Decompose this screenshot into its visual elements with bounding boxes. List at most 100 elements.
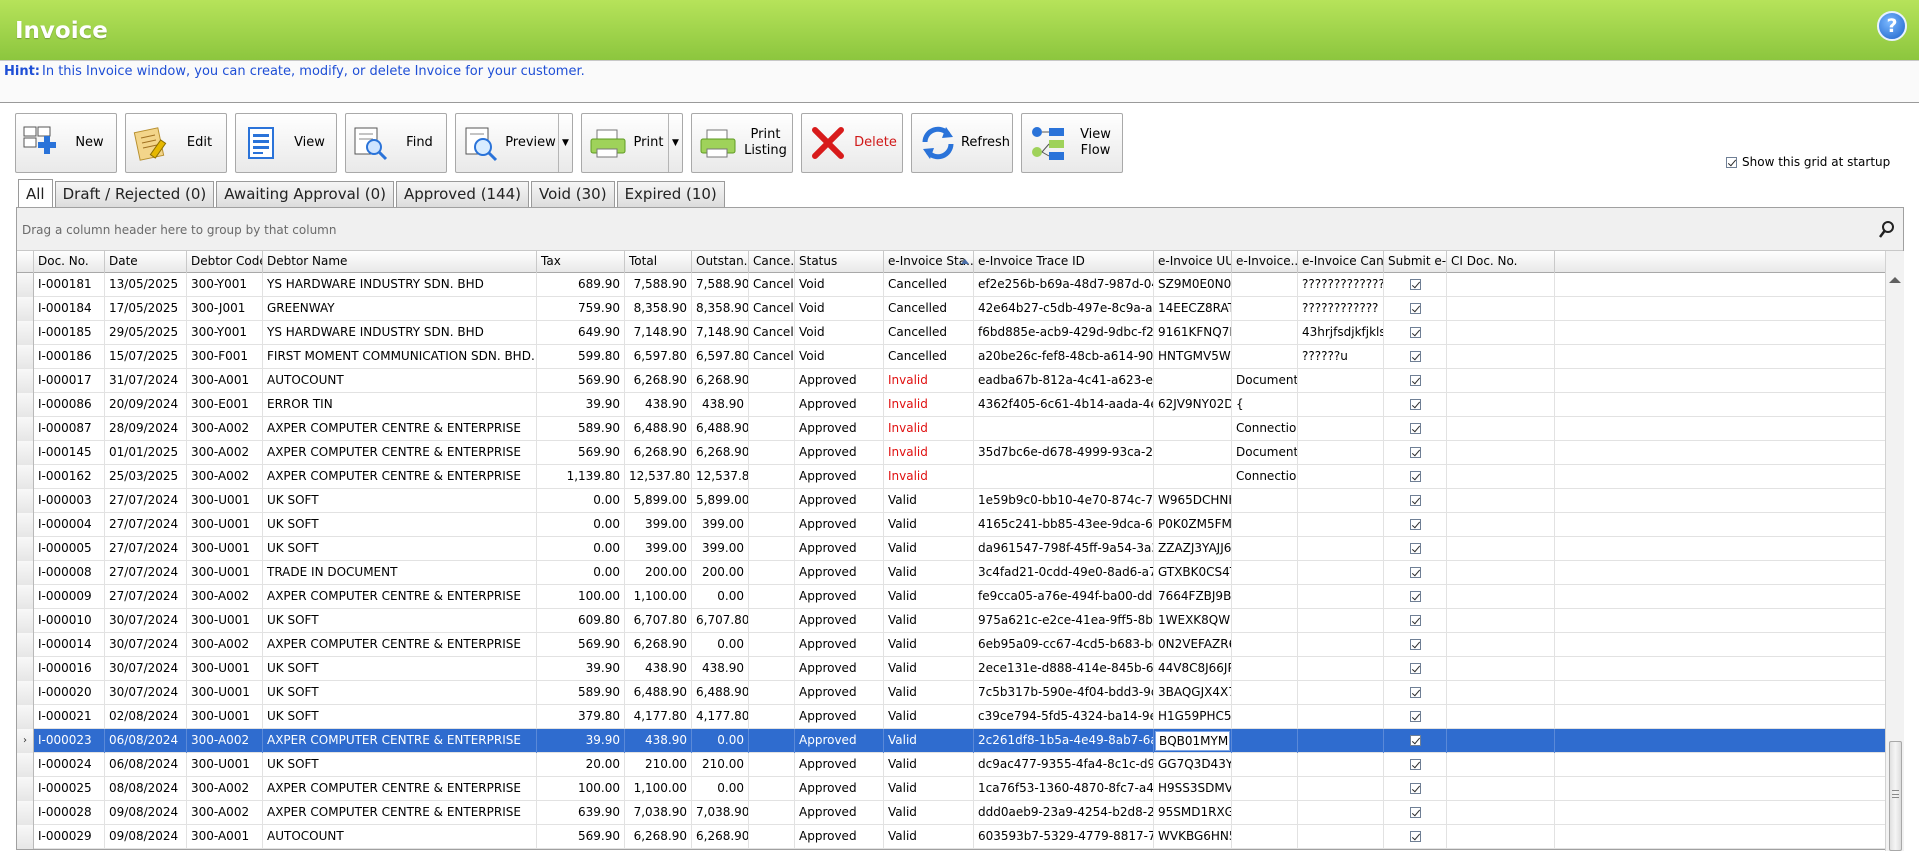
cell-tax[interactable]: 569.90: [537, 441, 625, 465]
cell-e-invoice-uuid[interactable]: HNTGMV5WB...: [1154, 345, 1232, 369]
cell-ci-doc-no[interactable]: [1447, 657, 1555, 681]
cell-outstan[interactable]: 6,597.80: [692, 345, 749, 369]
cell-e-invoice-uuid[interactable]: 44V8C8J66JP...: [1154, 657, 1232, 681]
cell-doc-no[interactable]: I-000009: [34, 585, 105, 609]
cell-submit-e[interactable]: [1384, 513, 1447, 537]
cell-e-invoice[interactable]: [1232, 513, 1298, 537]
cell-total[interactable]: 6,597.80: [625, 345, 692, 369]
cell-e-invoice-canc[interactable]: [1298, 801, 1384, 825]
cell-total[interactable]: 7,148.90: [625, 321, 692, 345]
cell-e-invoice-uuid[interactable]: 0N2VEFAZR6...: [1154, 633, 1232, 657]
cell-e-invoice[interactable]: [1232, 273, 1298, 297]
table-row[interactable]: I-000184 17/05/2025 300-J001 GREENWAY 759.90…: [17, 297, 1885, 321]
cell-e-invoice-sta[interactable]: Valid: [884, 753, 974, 777]
cell-outstan[interactable]: 0.00: [692, 585, 749, 609]
cell-debtor-code[interactable]: 300-A002: [187, 585, 263, 609]
cell-e-invoice-trace-id[interactable]: dc9ac477-9355-4fa4-8c1c-d9ae8dc...: [974, 753, 1154, 777]
column-header-doc-no[interactable]: Doc. No.: [34, 251, 105, 273]
cell-e-invoice-trace-id[interactable]: da961547-798f-45ff-9a54-3a3fd34...: [974, 537, 1154, 561]
search-icon[interactable]: [1879, 221, 1895, 239]
cell-ci-doc-no[interactable]: [1447, 513, 1555, 537]
submit-einvoice-checkbox[interactable]: [1409, 567, 1421, 578]
cell-ci-doc-no[interactable]: [1447, 417, 1555, 441]
print-listing-button[interactable]: Print Listing: [691, 113, 793, 173]
cell-status[interactable]: Approved: [795, 489, 884, 513]
cell-submit-e[interactable]: [1384, 753, 1447, 777]
cell-total[interactable]: 210.00: [625, 753, 692, 777]
cell-tax[interactable]: 589.90: [537, 681, 625, 705]
cell-total[interactable]: 438.90: [625, 729, 692, 753]
cell-ci-doc-no[interactable]: [1447, 825, 1555, 849]
cell-ci-doc-no[interactable]: [1447, 321, 1555, 345]
column-header-debtor-code[interactable]: Debtor Code: [187, 251, 263, 273]
cell-debtor-code[interactable]: 300-A002: [187, 777, 263, 801]
cell-debtor-code[interactable]: 300-A002: [187, 465, 263, 489]
table-row[interactable]: I-000003 27/07/2024 300-U001 UK SOFT 0.00 5,8…: [17, 489, 1885, 513]
cell-e-invoice-uuid[interactable]: [1154, 465, 1232, 489]
cell-e-invoice[interactable]: [1232, 825, 1298, 849]
row-indicator[interactable]: [17, 657, 34, 681]
cell-doc-no[interactable]: I-000025: [34, 777, 105, 801]
table-row[interactable]: I-000025 08/08/2024 300-A002 AXPER COMPUTER…: [17, 777, 1885, 801]
cell-e-invoice-sta[interactable]: Valid: [884, 489, 974, 513]
cell-debtor-code[interactable]: 300-U001: [187, 657, 263, 681]
cell-e-invoice-canc[interactable]: [1298, 465, 1384, 489]
table-row[interactable]: I-000008 27/07/2024 300-U001 TRADE IN DOCUM…: [17, 561, 1885, 585]
view-button[interactable]: View: [235, 113, 337, 173]
cell-date[interactable]: 30/07/2024: [105, 657, 187, 681]
cell-status[interactable]: Approved: [795, 441, 884, 465]
cell-e-invoice-sta[interactable]: Valid: [884, 585, 974, 609]
cell-doc-no[interactable]: I-000181: [34, 273, 105, 297]
cell-tax[interactable]: 609.80: [537, 609, 625, 633]
row-indicator[interactable]: [17, 777, 34, 801]
cell-date[interactable]: 27/07/2024: [105, 513, 187, 537]
cell-date[interactable]: 30/07/2024: [105, 609, 187, 633]
cell-debtor-name[interactable]: AXPER COMPUTER CENTRE & ENTERPRISE: [263, 441, 537, 465]
cell-total[interactable]: 6,268.90: [625, 825, 692, 849]
submit-einvoice-checkbox[interactable]: [1409, 447, 1421, 458]
cell-cance[interactable]: [749, 465, 795, 489]
scroll-thumb[interactable]: [1889, 741, 1902, 851]
cell-doc-no[interactable]: I-000186: [34, 345, 105, 369]
submit-einvoice-checkbox[interactable]: [1409, 495, 1421, 506]
tab-void[interactable]: Void (30): [531, 181, 615, 207]
column-header-outstan[interactable]: Outstan...: [692, 251, 749, 273]
cell-submit-e[interactable]: [1384, 393, 1447, 417]
cell-e-invoice-canc[interactable]: ??????????????...: [1298, 273, 1384, 297]
cell-e-invoice-trace-id[interactable]: c39ce794-5fd5-4324-ba14-9e8dc7...: [974, 705, 1154, 729]
cell-e-invoice-canc[interactable]: ??????u: [1298, 345, 1384, 369]
cell-submit-e[interactable]: [1384, 609, 1447, 633]
table-row[interactable]: I-000024 06/08/2024 300-U001 UK SOFT 20.00 21…: [17, 753, 1885, 777]
cell-status[interactable]: Approved: [795, 609, 884, 633]
cell-submit-e[interactable]: [1384, 441, 1447, 465]
table-row[interactable]: I-000005 27/07/2024 300-U001 UK SOFT 0.00 399…: [17, 537, 1885, 561]
cell-e-invoice-uuid[interactable]: 14EECZ8RAT...: [1154, 297, 1232, 321]
cell-e-invoice-sta[interactable]: Invalid: [884, 393, 974, 417]
cell-tax[interactable]: 100.00: [537, 585, 625, 609]
row-indicator[interactable]: [17, 633, 34, 657]
table-row[interactable]: I-000145 01/01/2025 300-A002 AXPER COMPUTER…: [17, 441, 1885, 465]
cell-date[interactable]: 27/07/2024: [105, 489, 187, 513]
cell-date[interactable]: 27/07/2024: [105, 585, 187, 609]
table-row[interactable]: I-000087 28/09/2024 300-A002 AXPER COMPUTER…: [17, 417, 1885, 441]
cell-total[interactable]: 4,177.80: [625, 705, 692, 729]
row-indicator[interactable]: [17, 273, 34, 297]
cell-total[interactable]: 399.00: [625, 513, 692, 537]
tab-awaiting-approval[interactable]: Awaiting Approval (0): [216, 181, 394, 207]
cell-e-invoice[interactable]: [1232, 753, 1298, 777]
cell-outstan[interactable]: 7,588.90: [692, 273, 749, 297]
cell-debtor-name[interactable]: AUTOCOUNT: [263, 825, 537, 849]
cell-status[interactable]: Void: [795, 297, 884, 321]
cell-e-invoice-sta[interactable]: Valid: [884, 825, 974, 849]
submit-einvoice-checkbox[interactable]: [1409, 831, 1421, 842]
cell-e-invoice-trace-id[interactable]: ddd0aeb9-23a9-4254-b2d8-2ab93c...: [974, 801, 1154, 825]
cell-tax[interactable]: 100.00: [537, 777, 625, 801]
cell-doc-no[interactable]: I-000028: [34, 801, 105, 825]
table-row[interactable]: I-000186 15/07/2025 300-F001 FIRST MOMENT C…: [17, 345, 1885, 369]
cell-doc-no[interactable]: I-000021: [34, 705, 105, 729]
submit-einvoice-checkbox[interactable]: [1409, 591, 1421, 602]
cell-e-invoice-canc[interactable]: [1298, 705, 1384, 729]
cell-debtor-code[interactable]: 300-A002: [187, 801, 263, 825]
cell-debtor-name[interactable]: UK SOFT: [263, 489, 537, 513]
cell-debtor-name[interactable]: AXPER COMPUTER CENTRE & ENTERPRISE: [263, 417, 537, 441]
